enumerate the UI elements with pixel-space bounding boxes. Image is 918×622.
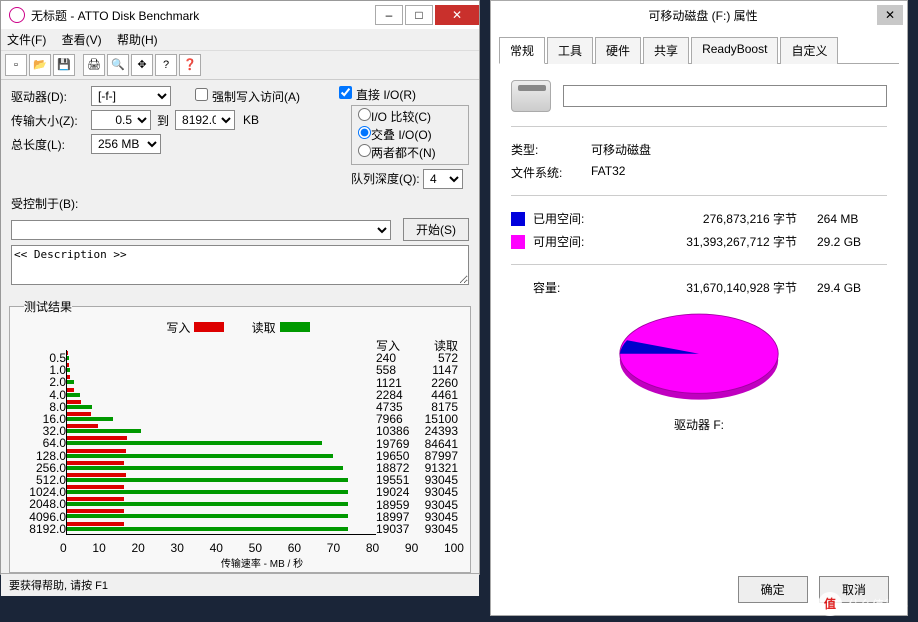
- radio-neither[interactable]: 两者都不(N): [358, 144, 462, 162]
- props-titlebar[interactable]: 可移动磁盘 (F:) 属性: [491, 1, 907, 29]
- props-tabs: 常规 工具 硬件 共享 ReadyBoost 自定义: [499, 37, 899, 64]
- save-icon[interactable]: 💾: [53, 54, 75, 76]
- new-icon[interactable]: ▫: [5, 54, 27, 76]
- tab-general[interactable]: 常规: [499, 37, 545, 64]
- drive-select[interactable]: [-f-]: [91, 86, 171, 106]
- free-h: 29.2 GB: [817, 235, 887, 249]
- xfer-to-label: 到: [157, 112, 169, 129]
- free-swatch: [511, 235, 525, 249]
- type-label: 类型:: [511, 141, 591, 158]
- results-panel: 测试结果 写入 读取 0.51.02.04.08.016.032.064.012…: [9, 298, 471, 573]
- menu-view[interactable]: 查看(V): [62, 33, 102, 47]
- cap-bytes: 31,670,140,928 字节: [593, 279, 817, 296]
- tab-hardware[interactable]: 硬件: [595, 37, 641, 64]
- radio-compare[interactable]: I/O 比较(C): [358, 108, 462, 126]
- tab-custom[interactable]: 自定义: [780, 37, 838, 64]
- chart-x-label: 传输速率 - MB / 秒: [16, 555, 464, 570]
- io-mode-group: I/O 比较(C) 交叠 I/O(O) 两者都不(N): [351, 105, 469, 165]
- used-label: 已用空间:: [533, 210, 593, 227]
- type-value: 可移动磁盘: [591, 141, 651, 158]
- menu-file[interactable]: 文件(F): [7, 33, 46, 47]
- drive-label: 驱动器(D):: [11, 88, 91, 105]
- app-icon: [9, 7, 25, 23]
- settings-form: 驱动器(D): [-f-] 强制写入访问(A) 传输大小(Z): 0.5 到 8…: [1, 80, 479, 294]
- start-button[interactable]: 开始(S): [403, 218, 469, 241]
- chart-bars: [66, 350, 376, 535]
- chart-x-axis: 0102030405060708090100: [16, 541, 464, 555]
- ctrl-label: 受控制于(B):: [11, 195, 469, 212]
- atto-window: 无标题 - ATTO Disk Benchmark – □ ✕ 文件(F) 查看…: [0, 0, 480, 575]
- radio-overlap[interactable]: 交叠 I/O(O): [358, 126, 462, 144]
- fs-value: FAT32: [591, 164, 625, 181]
- menu-help[interactable]: 帮助(H): [117, 33, 158, 47]
- cap-h: 29.4 GB: [817, 281, 887, 295]
- drive-icon: [511, 80, 551, 112]
- tab-share[interactable]: 共享: [643, 37, 689, 64]
- close-button[interactable]: ✕: [435, 5, 479, 25]
- force-write-check[interactable]: 强制写入访问(A): [195, 88, 300, 105]
- properties-window: 可移动磁盘 (F:) 属性 ✕ 常规 工具 硬件 共享 ReadyBoost 自…: [490, 0, 908, 616]
- used-h: 264 MB: [817, 212, 887, 226]
- move-icon[interactable]: ✥: [131, 54, 153, 76]
- controller-select[interactable]: [11, 220, 391, 240]
- toolbar: ▫ 📂 💾 🖨 🔍 ✥ ? ❓: [1, 51, 479, 80]
- props-close-button[interactable]: ✕: [877, 5, 903, 25]
- props-body: 类型:可移动磁盘 文件系统:FAT32 已用空间: 276,873,216 字节…: [491, 64, 907, 449]
- used-bytes: 276,873,216 字节: [593, 210, 817, 227]
- xfer-label: 传输大小(Z):: [11, 112, 91, 129]
- status-bar: 要获得帮助, 请按 F1: [1, 573, 479, 596]
- watermark: 值 什么值得买: [818, 592, 908, 616]
- context-help-icon[interactable]: ❓: [179, 54, 201, 76]
- len-label: 总长度(L):: [11, 136, 91, 153]
- watermark-icon: 值: [818, 592, 842, 616]
- preview-icon[interactable]: 🔍: [107, 54, 129, 76]
- legend-read-swatch: [280, 322, 310, 332]
- chart-legend: 写入 读取: [16, 317, 464, 338]
- props-title: 可移动磁盘 (F:) 属性: [499, 7, 907, 24]
- results-title: 测试结果: [24, 298, 72, 315]
- tab-tools[interactable]: 工具: [547, 37, 593, 64]
- menubar: 文件(F) 查看(V) 帮助(H): [1, 29, 479, 51]
- chart-y-labels: 0.51.02.04.08.016.032.064.0128.0256.0512…: [22, 338, 66, 535]
- drive-name-input[interactable]: [563, 85, 887, 107]
- minimize-button[interactable]: –: [375, 5, 403, 25]
- chart-values: 写入读取240572558114711212260228444614735817…: [376, 338, 458, 535]
- pie-label: 驱动器 F:: [511, 416, 887, 433]
- fs-label: 文件系统:: [511, 164, 591, 181]
- tab-readyboost[interactable]: ReadyBoost: [691, 37, 778, 64]
- print-icon[interactable]: 🖨: [83, 54, 105, 76]
- cap-label: 容量:: [533, 279, 593, 296]
- qd-select[interactable]: 4: [423, 169, 463, 189]
- open-icon[interactable]: 📂: [29, 54, 51, 76]
- atto-titlebar[interactable]: 无标题 - ATTO Disk Benchmark – □ ✕: [1, 1, 479, 29]
- pie-chart: [609, 310, 789, 410]
- xfer-from-select[interactable]: 0.5: [91, 110, 151, 130]
- qd-label: 队列深度(Q):: [351, 172, 420, 186]
- ok-button[interactable]: 确定: [738, 576, 808, 603]
- len-select[interactable]: 256 MB: [91, 134, 161, 154]
- used-swatch: [511, 212, 525, 226]
- xfer-to-select[interactable]: 8192.0: [175, 110, 235, 130]
- description-box[interactable]: << Description >>: [11, 245, 469, 285]
- maximize-button[interactable]: □: [405, 5, 433, 25]
- free-bytes: 31,393,267,712 字节: [593, 233, 817, 250]
- legend-write-swatch: [194, 322, 224, 332]
- window-title: 无标题 - ATTO Disk Benchmark: [31, 7, 373, 24]
- direct-io-check[interactable]: 直接 I/O(R): [339, 88, 416, 102]
- help-icon[interactable]: ?: [155, 54, 177, 76]
- xfer-unit: KB: [243, 113, 259, 127]
- free-label: 可用空间:: [533, 233, 593, 250]
